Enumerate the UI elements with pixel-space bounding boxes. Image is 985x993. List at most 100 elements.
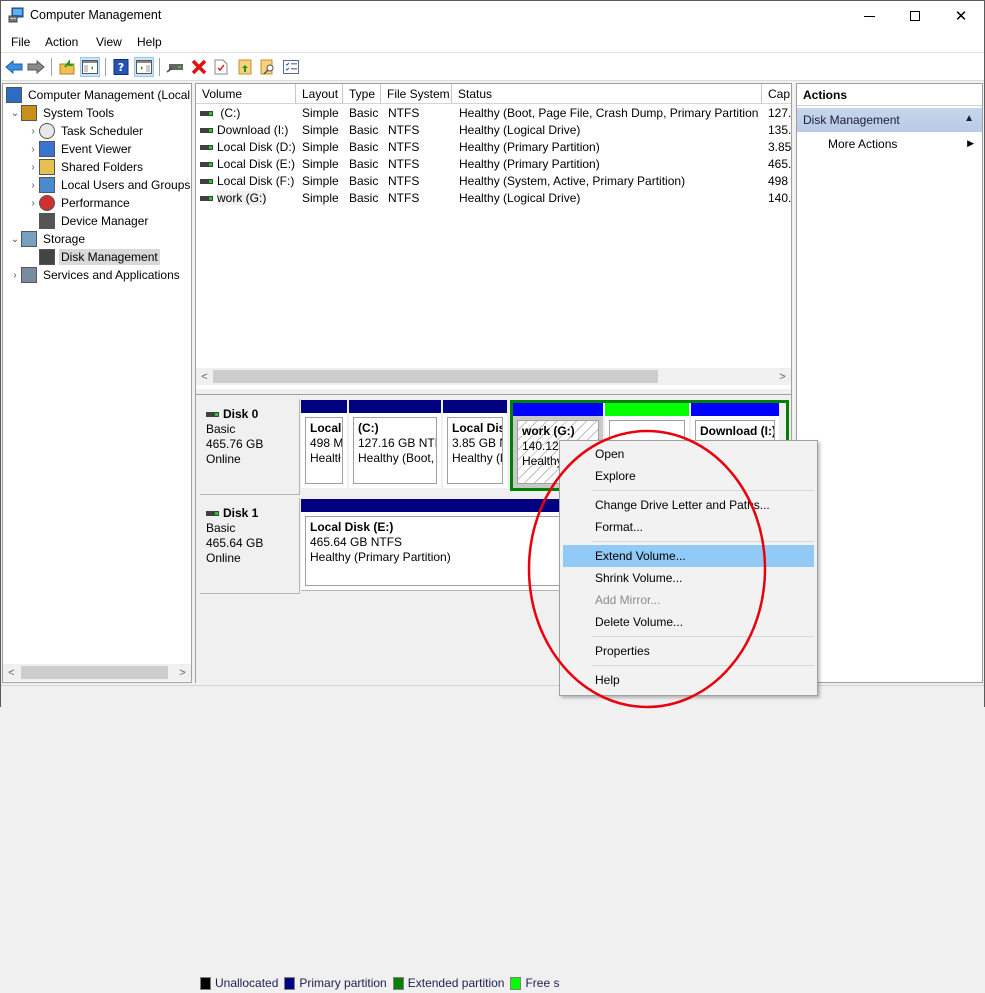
chevron-down-icon[interactable]: ⌄ [9,108,21,119]
menu-item-explore[interactable]: Explore [563,465,814,487]
close-button[interactable]: ✕ [938,1,984,31]
cell-status: Healthy (Boot, Page File, Crash Dump, Pr… [459,106,759,120]
tree-item-label: Disk Management [59,249,160,265]
menu-item-open[interactable]: Open [563,443,814,465]
cell-status: Healthy (Primary Partition) [459,140,600,154]
volume-row[interactable]: Local Disk (E:) Simple Basic NTFS Healthy (P… [196,156,791,173]
tree-item-disk-management[interactable]: Disk Management [27,248,160,266]
chevron-right-icon[interactable]: › [27,144,39,155]
cell-cap: 498 [768,174,789,188]
menu-separator [592,665,814,666]
column-header-status[interactable]: Status [452,84,762,104]
menu-help[interactable]: Help [137,35,162,49]
volume-name: work (G:) [217,191,267,205]
window-title: Computer Management [30,8,162,22]
legend-label: Extended partition [407,976,505,990]
maximize-button[interactable] [892,1,938,31]
actions-section-disk-management[interactable]: Disk Management ▲ [797,108,982,132]
disk-type: Basic [206,422,236,436]
export-button[interactable] [235,57,255,77]
menu-item-shrink-volume[interactable]: Shrink Volume... [563,567,814,589]
drive-icon [200,196,213,202]
disk-0-label[interactable]: Disk 0 Basic 465.76 GB Online [200,399,300,495]
tree-item-task-scheduler[interactable]: › Task Scheduler [27,122,145,140]
tree-horizontal-scrollbar[interactable]: < > [3,664,191,681]
chevron-down-icon[interactable]: ⌄ [9,234,21,245]
performance-icon [39,195,55,211]
partition-local-disl[interactable]: Local Disl3.85 GB NHealthy (l [443,400,507,488]
volume-row[interactable]: work (G:) Simple Basic NTFS Healthy (Logical… [196,190,791,207]
volume-row[interactable]: (C:) Simple Basic NTFS Healthy (Boot, Page F… [196,105,791,122]
volume-list-horizontal-scrollbar[interactable]: < > [196,368,791,385]
volume-row[interactable]: Download (I:) Simple Basic NTFS Healthy (Log… [196,122,791,139]
find-button[interactable] [258,57,278,77]
scroll-left-arrow-icon[interactable]: < [3,664,20,681]
tree-item-local-users-and-groups[interactable]: › Local Users and Groups [27,176,191,194]
menu-item-format[interactable]: Format... [563,516,814,538]
disk-icon [206,511,219,517]
delete-button[interactable] [189,57,209,77]
help-button[interactable]: ? [111,57,131,77]
tree-item-device-manager[interactable]: Device Manager [27,212,150,230]
volume-name: (C:) [217,106,241,120]
volume-row[interactable]: Local Disk (F:) Simple Basic NTFS Healthy (S… [196,173,791,190]
column-header-type[interactable]: Type [343,84,381,104]
tree-item-storage[interactable]: ⌄ Storage [9,230,87,248]
menu-item-delete-volume[interactable]: Delete Volume... [563,611,814,633]
column-header-layout[interactable]: Layout [296,84,343,104]
menu-action[interactable]: Action [45,35,78,49]
menu-view[interactable]: View [96,35,122,49]
scroll-right-arrow-icon[interactable]: > [174,664,191,681]
connect-button[interactable] [165,57,185,77]
menu-item-properties[interactable]: Properties [563,640,814,662]
forward-button[interactable] [26,57,46,77]
tree-item-services-and-applications[interactable]: › Services and Applications [9,266,182,284]
chevron-right-icon[interactable]: › [9,270,21,281]
event-viewer-icon [39,141,55,157]
partition-size: 127.16 GB NTF! [358,436,437,450]
show-hide-action-pane-button[interactable] [134,57,154,77]
tree-item-performance[interactable]: › Performance [27,194,132,212]
tree-item-system-tools[interactable]: ⌄ System Tools [9,104,116,122]
legend-item: Unallocated [200,976,278,990]
tree-item-event-viewer[interactable]: › Event Viewer [27,140,133,158]
column-header-file-system[interactable]: File System [381,84,452,104]
checklist-button[interactable] [281,57,301,77]
partition-local-i[interactable]: Local I498 MHealtł [301,400,347,488]
tree-item-shared-folders[interactable]: › Shared Folders [27,158,145,176]
column-header-volume[interactable]: Volume [196,84,296,104]
disk-1-label[interactable]: Disk 1 Basic 465.64 GB Online [200,498,300,594]
actions-header: Actions [797,84,982,106]
column-header-capacity[interactable]: Cap [762,84,791,104]
back-button[interactable] [4,57,24,77]
scroll-thumb[interactable] [21,666,168,679]
scroll-left-arrow-icon[interactable]: < [196,368,213,385]
up-folder-button[interactable] [57,57,77,77]
minimize-button[interactable] [846,1,892,31]
chevron-right-icon[interactable]: › [27,180,39,191]
menu-item-help[interactable]: Help [563,669,814,691]
chevron-right-icon[interactable]: › [27,126,39,137]
properties-button[interactable] [211,57,231,77]
tree-item-computer-management-local[interactable]: Computer Management (Local [6,86,191,104]
chevron-right-icon[interactable]: › [27,198,39,209]
partition--c[interactable]: (C:) 127.16 GB NTF! Healthy (Boot, [349,400,441,488]
show-hide-console-tree-button[interactable] [80,57,100,77]
drive-icon [200,162,213,168]
legend-swatch [284,976,296,990]
partition-title: Local I [310,421,342,435]
scroll-right-arrow-icon[interactable]: > [774,368,791,385]
legend-item: Extended partition [392,976,505,990]
menu-item-change-drive-letter-and-paths[interactable]: Change Drive Letter and Paths... [563,494,814,516]
partition-bar [349,400,441,413]
menu-item-extend-volume[interactable]: Extend Volume... [563,545,814,567]
scroll-thumb[interactable] [213,370,658,383]
collapse-up-icon: ▲ [964,113,974,124]
cell-fs: NTFS [388,123,420,137]
menu-file[interactable]: File [11,35,30,49]
volume-row[interactable]: Local Disk (D:) Simple Basic NTFS Healthy (P… [196,139,791,156]
tree-item-label: Task Scheduler [61,124,144,138]
chevron-right-icon[interactable]: › [27,162,39,173]
services-icon [21,267,37,283]
more-actions-item[interactable]: More Actions [828,137,897,151]
